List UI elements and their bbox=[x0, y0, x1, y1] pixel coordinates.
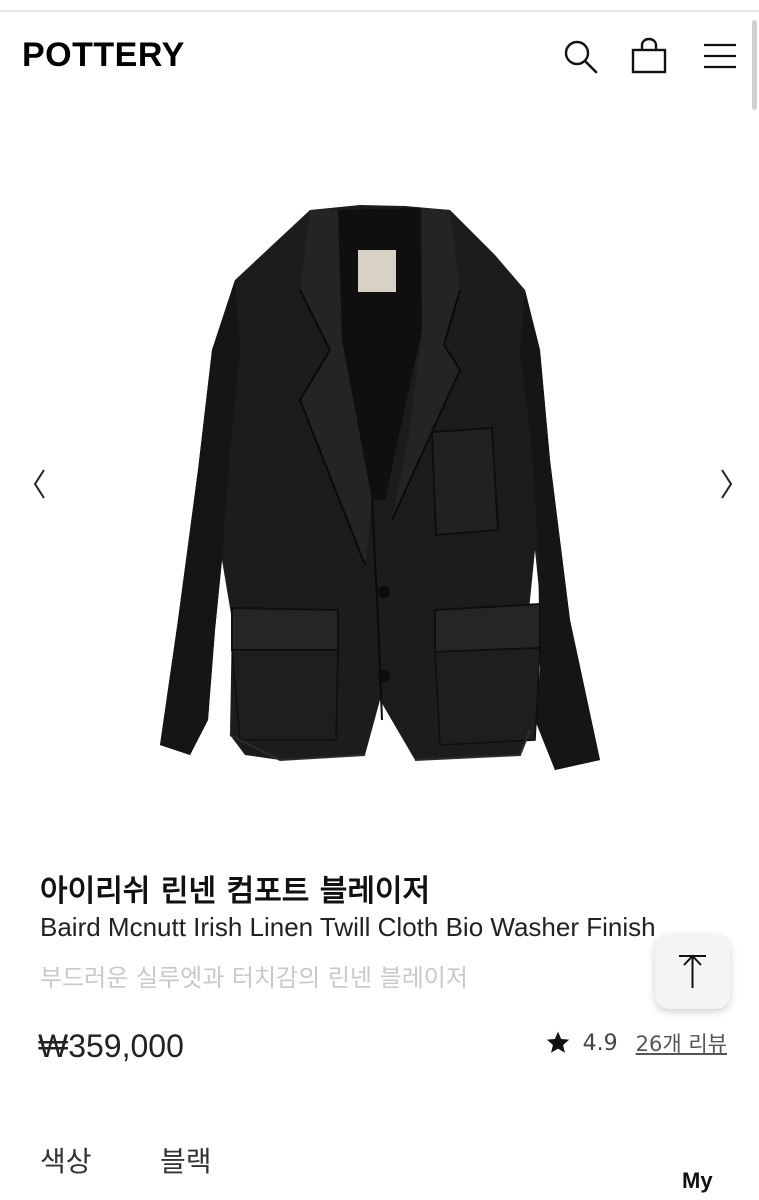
color-option-value[interactable]: 블랙 bbox=[160, 1140, 212, 1180]
logo[interactable]: POTTERY bbox=[22, 36, 185, 75]
rating-summary: 4.9 26개 리뷰 bbox=[545, 1028, 727, 1058]
search-icon[interactable] bbox=[560, 36, 600, 76]
product-gallery bbox=[0, 140, 759, 830]
chevron-left-icon[interactable] bbox=[24, 462, 54, 506]
star-icon bbox=[546, 1031, 569, 1053]
rating-value: 4.9 bbox=[582, 1030, 618, 1056]
arrow-up-icon bbox=[679, 954, 706, 988]
scroll-to-top-button[interactable] bbox=[655, 934, 730, 1009]
color-option-label: 색상 bbox=[40, 1145, 92, 1178]
shopping-bag-icon[interactable] bbox=[629, 36, 669, 76]
menu-icon[interactable] bbox=[700, 36, 740, 76]
top-divider bbox=[0, 10, 759, 12]
my-page-button[interactable]: My bbox=[682, 1168, 713, 1194]
reviews-link[interactable]: 26개 리뷰 bbox=[636, 1028, 727, 1058]
chevron-right-icon[interactable] bbox=[712, 462, 742, 506]
product-title: 아이리쉬 린넨 컴포트 블레이저 bbox=[40, 874, 431, 909]
product-image bbox=[160, 200, 600, 770]
product-english-title: Baird Mcnutt Irish Linen Twill Cloth Bio… bbox=[40, 912, 656, 942]
product-subtitle: 부드러운 실루엣과 터치감의 린넨 블레이저 bbox=[40, 964, 468, 992]
product-price: ₩359,000 bbox=[38, 1028, 184, 1064]
header: POTTERY bbox=[0, 22, 759, 92]
